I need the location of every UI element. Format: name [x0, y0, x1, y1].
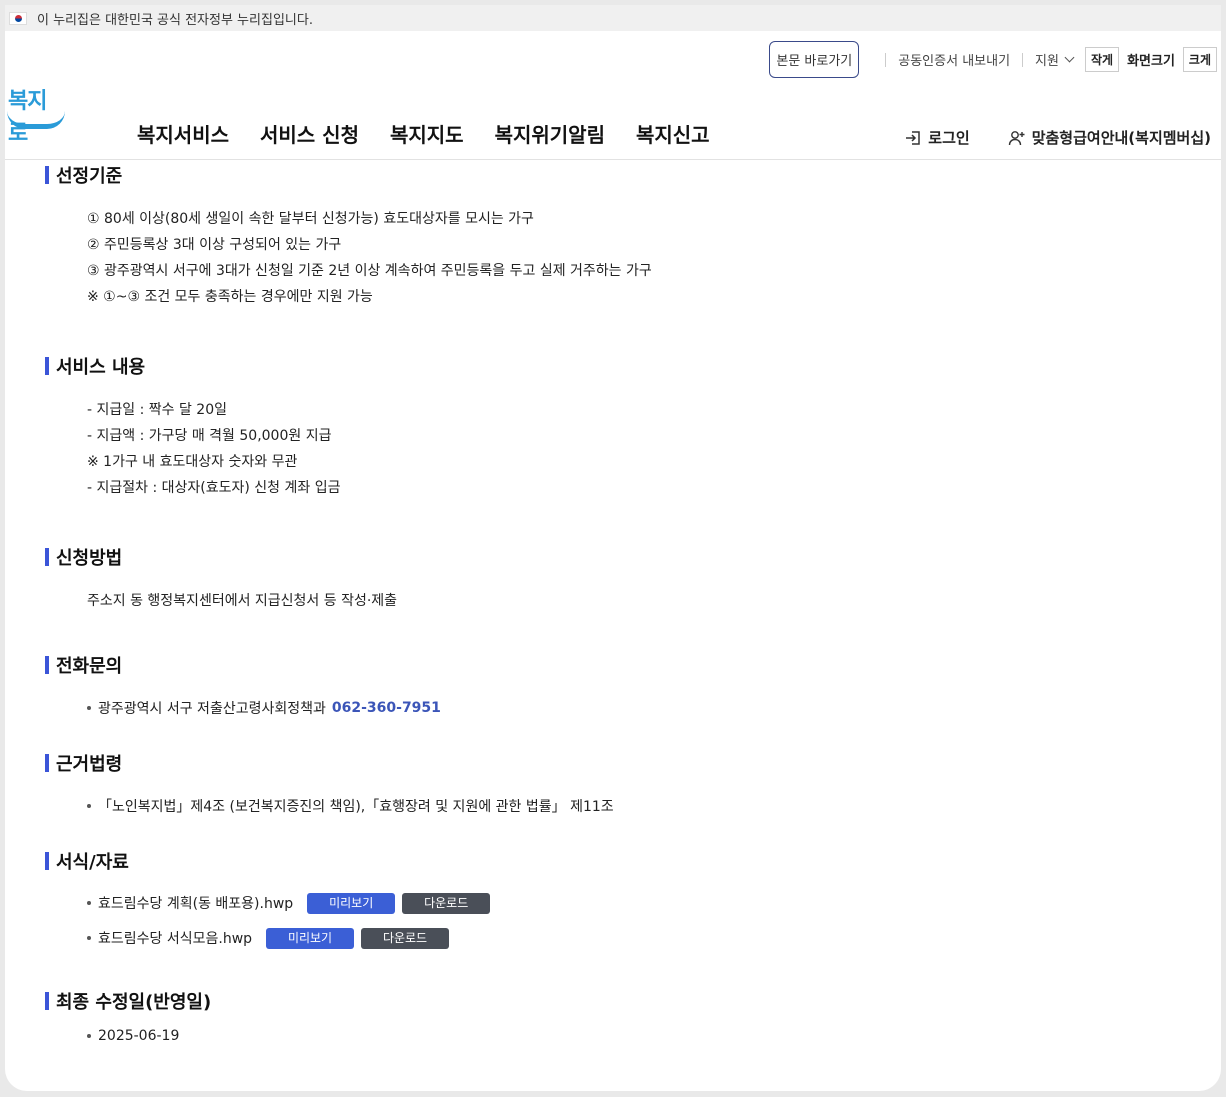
phone-item: 광주광역시 서구 저출산고령사회정책과 062-360-7951 [87, 695, 441, 721]
logo-smile-icon [7, 111, 65, 129]
login-icon [906, 130, 921, 145]
nav-crisis-alert[interactable]: 복지위기알림 [495, 119, 605, 148]
service-line: - 지급일 : 짝수 달 20일 [87, 402, 227, 418]
user-add-icon [1008, 130, 1025, 145]
main-nav: 복지서비스 서비스 신청 복지지도 복지위기알림 복지신고 [137, 119, 741, 148]
account-nav: 로그인 맞춤형급여안내(복지멤버십) [904, 127, 1211, 148]
criteria-list: ① 80세 이상(80세 생일이 속한 달부터 신청가능) 효도대상자를 모시는… [87, 206, 652, 310]
file-name: 효드림수당 서식모음.hwp [98, 931, 253, 947]
site-header: 본문 바로가기 공동인증서 내보내기 지원 작게 화면크기 크게 복지로 복지서… [5, 31, 1221, 160]
site-logo[interactable]: 복지로 [5, 81, 65, 146]
section-title: 선정기준 [45, 164, 652, 187]
browser-frame: 이 누리집은 대한민국 공식 전자정부 누리집입니다. 본문 바로가기 공동인증… [5, 5, 1221, 1091]
service-line: - 지급절차 : 대상자(효도자) 신청 계좌 입금 [87, 480, 341, 496]
divider [1022, 52, 1024, 67]
phone-number[interactable]: 062-360-7951 [332, 700, 441, 716]
section-service: 서비스 내용 - 지급일 : 짝수 달 20일 - 지급액 : 가구당 매 격월… [45, 355, 340, 501]
section-law: 근거법령 「노인복지법」제4조 (보건복지증진의 책임),「효행장려 및 지원에… [45, 752, 614, 819]
divider [885, 52, 887, 67]
apply-list: 주소지 동 행정복지센터에서 지급신청서 등 작성·제출 [87, 588, 397, 614]
section-criteria: 선정기준 ① 80세 이상(80세 생일이 속한 달부터 신청가능) 효도대상자… [45, 164, 652, 310]
cert-export-link[interactable]: 공동인증서 내보내기 [898, 50, 1010, 69]
bullet-dot [87, 1034, 91, 1038]
zoom-label: 화면크기 [1127, 54, 1175, 69]
zoom-small-button[interactable]: 작게 [1084, 47, 1120, 72]
section-title: 서비스 내용 [45, 355, 340, 378]
phone-org: 광주광역시 서구 저출산고령사회정책과 [98, 701, 326, 717]
membership-label: 맞춤형급여안내(복지멤버십) [1031, 129, 1211, 147]
download-button[interactable]: 다운로드 [402, 892, 491, 914]
nav-service-apply[interactable]: 서비스 신청 [260, 119, 359, 148]
criteria-line: ③ 광주광역시 서구에 3대가 신청일 기준 2년 이상 계속하여 주민등록을 … [87, 263, 652, 279]
service-line: ※ 1가구 내 효도대상자 숫자와 무관 [87, 454, 298, 470]
law-text: 「노인복지법」제4조 (보건복지증진의 책임),「효행장려 및 지원에 관한 법… [98, 799, 614, 815]
section-modified: 최종 수정일(반영일) 2025-06-19 [45, 990, 211, 1049]
file-name: 효드림수당 계획(동 배포용).hwp [98, 896, 294, 912]
section-forms: 서식/자료 효드림수당 계획(동 배포용).hwp 미리보기 다운로드 효드림수… [45, 850, 491, 952]
section-title: 최종 수정일(반영일) [45, 990, 211, 1013]
preview-button[interactable]: 미리보기 [307, 892, 396, 914]
login-link[interactable]: 로그인 [904, 127, 970, 148]
section-title: 신청방법 [45, 546, 397, 569]
nav-welfare-service[interactable]: 복지서비스 [137, 119, 229, 148]
file-item: 효드림수당 계획(동 배포용).hwp 미리보기 다운로드 [87, 889, 491, 917]
modified-date: 2025-06-19 [98, 1028, 180, 1044]
file-item: 효드림수당 서식모음.hwp 미리보기 다운로드 [87, 924, 490, 952]
download-button[interactable]: 다운로드 [361, 927, 450, 949]
criteria-line: ① 80세 이상(80세 생일이 속한 달부터 신청가능) 효도대상자를 모시는… [87, 211, 534, 227]
section-apply: 신청방법 주소지 동 행정복지센터에서 지급신청서 등 작성·제출 [45, 546, 397, 614]
skip-to-content-link[interactable]: 본문 바로가기 [769, 41, 860, 78]
gov-banner-text: 이 누리집은 대한민국 공식 전자정부 누리집입니다. [37, 12, 313, 28]
preview-button[interactable]: 미리보기 [266, 927, 355, 949]
section-title: 서식/자료 [45, 850, 490, 873]
service-line: - 지급액 : 가구당 매 격월 50,000원 지급 [87, 428, 332, 444]
bullet-dot [87, 901, 91, 905]
support-label: 지원 [1035, 54, 1059, 69]
utility-bar: 본문 바로가기 공동인증서 내보내기 지원 작게 화면크기 크게 [769, 41, 1217, 78]
bullet-dot [87, 804, 91, 808]
apply-text: 주소지 동 행정복지센터에서 지급신청서 등 작성·제출 [87, 593, 398, 609]
section-title: 근거법령 [45, 752, 614, 775]
korea-flag-icon [9, 11, 27, 25]
service-list: - 지급일 : 짝수 달 20일 - 지급액 : 가구당 매 격월 50,000… [87, 397, 340, 501]
nav-welfare-map[interactable]: 복지지도 [390, 119, 464, 148]
criteria-line: ※ ①~③ 조건 모두 충족하는 경우에만 지원 가능 [87, 289, 373, 305]
zoom-large-button[interactable]: 크게 [1182, 47, 1217, 72]
chevron-down-icon [1064, 52, 1075, 63]
section-phone: 전화문의 광주광역시 서구 저출산고령사회정책과 062-360-7951 [45, 654, 441, 721]
criteria-line: ② 주민등록상 3대 이상 구성되어 있는 가구 [87, 237, 342, 253]
gov-banner: 이 누리집은 대한민국 공식 전자정부 누리집입니다. [5, 5, 1221, 31]
section-title: 전화문의 [45, 654, 441, 677]
bullet-dot [87, 706, 91, 710]
law-item: 「노인복지법」제4조 (보건복지증진의 책임),「효행장려 및 지원에 관한 법… [87, 793, 614, 819]
modified-item: 2025-06-19 [87, 1023, 211, 1049]
support-menu[interactable]: 지원 [1035, 50, 1075, 69]
nav-welfare-report[interactable]: 복지신고 [636, 119, 710, 148]
login-label: 로그인 [928, 129, 970, 147]
bullet-dot [87, 936, 91, 940]
membership-link[interactable]: 맞춤형급여안내(복지멤버십) [1008, 127, 1211, 148]
